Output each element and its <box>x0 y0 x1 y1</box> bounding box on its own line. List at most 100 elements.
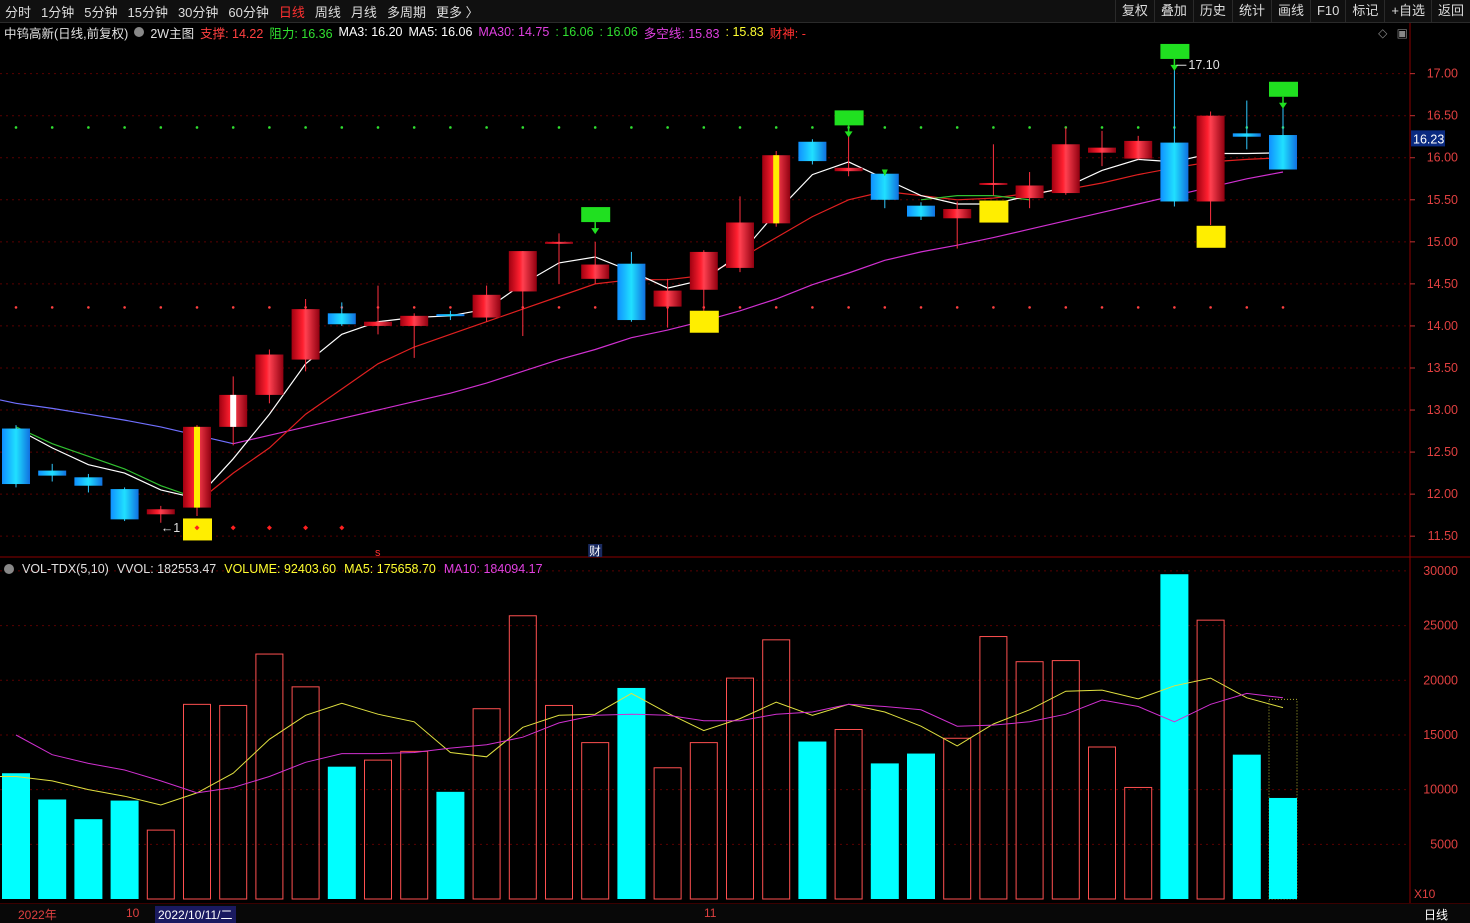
support-dot <box>1028 306 1031 309</box>
price-tick-label: 15.00 <box>1427 235 1458 249</box>
volume-bar-up <box>472 708 501 900</box>
volume-bar-up <box>726 677 754 900</box>
price-tick-label: 11.50 <box>1428 529 1458 543</box>
volume-bar-down <box>327 766 356 899</box>
volume-bar-down <box>907 753 935 899</box>
resistance-dot <box>195 126 199 129</box>
v1-value: : 16.06 <box>555 25 594 39</box>
green-arrow-head <box>844 131 853 138</box>
tab-0[interactable]: 分时 <box>0 2 36 21</box>
ma5-value: MA5: 16.06 <box>408 25 473 39</box>
toolbar-button-1[interactable]: 叠加 <box>1153 0 1193 22</box>
toolbar-button-4[interactable]: 画线 <box>1270 0 1310 22</box>
candle-up <box>472 294 501 318</box>
resistance-dot <box>702 126 706 129</box>
indicator-dropdown-icon[interactable] <box>134 27 145 37</box>
toolbar-button-6[interactable]: 标记 <box>1345 0 1384 22</box>
candle-highlight-stripe <box>230 394 237 427</box>
toolbar-button-3[interactable]: 统计 <box>1231 0 1271 22</box>
price-tick-label: 16.50 <box>1427 109 1458 123</box>
support-value: 支撑: 14.22 <box>200 26 264 41</box>
window-icon[interactable]: ▣ <box>1397 26 1408 40</box>
tab-5[interactable]: 60分钟 <box>223 2 273 21</box>
volume-bar-up <box>689 742 718 900</box>
main-chart-info: 中钨高新(日线,前复权) 2W主图 支撑: 14.22 阻力: 16.36 MA… <box>4 23 812 41</box>
s-marker: s <box>375 547 381 559</box>
resistance-dot <box>630 126 633 129</box>
vol-indicator-dropdown-icon[interactable] <box>4 564 14 574</box>
resistance-dot <box>557 126 561 129</box>
tab-8[interactable]: 月线 <box>346 2 382 21</box>
volume-bar-up <box>979 636 1008 900</box>
volume-unit-label: X10 <box>1414 887 1436 901</box>
diamond-icon[interactable]: ◇ <box>1378 26 1387 40</box>
tab-2[interactable]: 5分钟 <box>79 2 122 21</box>
tab-7[interactable]: 周线 <box>310 2 346 21</box>
candle-down <box>327 313 356 325</box>
ma30-value: MA30: 14.75 <box>478 25 550 39</box>
tab-6[interactable]: 日线 <box>274 2 310 21</box>
resistance-dot <box>955 126 959 129</box>
candle-down <box>798 141 827 162</box>
resistance-dot <box>1028 126 1031 129</box>
resistance-dot <box>87 126 90 129</box>
candle-up <box>834 167 863 172</box>
candle-down <box>1232 133 1261 137</box>
red-diamond <box>339 525 345 531</box>
volume-bar-up <box>400 750 429 900</box>
vol-ma10-value: MA10: 184094.17 <box>443 562 543 576</box>
volume-bar-down <box>436 791 465 899</box>
volume-bar-down <box>617 687 646 899</box>
vol-indicator-name[interactable]: VOL-TDX(5,10) <box>22 562 109 576</box>
volume-info: VOL-TDX(5,10) VVOL: 182553.47 VOLUME: 92… <box>4 560 551 578</box>
yellow-signal-box <box>689 310 719 333</box>
chart-corner-icons: ◇ ▣ <box>1378 26 1408 40</box>
green-signal-box <box>1269 81 1298 97</box>
volume-tick-label: 15000 <box>1423 728 1458 742</box>
green-signal-box <box>834 110 864 126</box>
tab-9[interactable]: 多周期 <box>382 2 431 21</box>
resistance-dot <box>1100 126 1104 129</box>
green-arrow-head <box>1279 102 1287 109</box>
toolbar-button-5[interactable]: F10 <box>1309 0 1345 22</box>
support-dot <box>919 306 923 309</box>
support-dot <box>593 306 597 309</box>
toolbar-button-7[interactable]: +自选 <box>1384 0 1431 22</box>
candle-down <box>436 314 465 317</box>
kline-chart[interactable]: 17.00 16.50 16.00 15.50 15.00 14.50 14.00 13.50… <box>0 0 1470 922</box>
volume-bar-up <box>183 703 211 900</box>
stock-title: 中钨高新(日线,前复权) <box>4 26 129 41</box>
support-dot <box>1209 306 1212 309</box>
support-dot <box>14 306 18 309</box>
support-dot <box>847 306 850 309</box>
candle-up <box>726 222 754 268</box>
green-signal-box <box>1160 43 1190 59</box>
tab-3[interactable]: 15分钟 <box>122 2 172 21</box>
toolbar-button-8[interactable]: 返回 <box>1430 0 1470 22</box>
volume-bar-up <box>834 729 863 900</box>
volume-bar-up <box>1124 786 1153 900</box>
toolbar-button-0[interactable]: 复权 <box>1114 0 1154 22</box>
tab-4[interactable]: 30分钟 <box>173 2 223 21</box>
support-dot <box>774 306 778 309</box>
candle-down <box>74 477 103 486</box>
toolbar-button-2[interactable]: 历史 <box>1192 0 1232 22</box>
candle-up <box>146 509 175 515</box>
resistance-dot <box>811 126 814 129</box>
low-price-label: ←1 <box>161 521 181 535</box>
volume-bar-down <box>870 763 899 899</box>
toolbar-right-buttons: 复权 叠加 历史 统计 画线 F10 标记 +自选 返回 <box>1114 0 1470 22</box>
price-tick-label: 13.50 <box>1427 361 1458 375</box>
volume-bar-down <box>2 773 30 899</box>
resistance-dot <box>412 126 416 129</box>
indicator-name[interactable]: 2W主图 <box>150 23 194 42</box>
volume-bar-up <box>581 742 610 900</box>
candle-down <box>110 489 139 520</box>
candle-up <box>255 354 284 395</box>
volume-bar-down <box>38 799 67 899</box>
tab-1[interactable]: 1分钟 <box>36 2 79 21</box>
resistance-dot <box>50 126 54 129</box>
duokong-value: 多空线: 15.83 <box>643 26 720 41</box>
tab-10[interactable]: 更多 〉 <box>431 2 484 21</box>
support-dot <box>449 306 452 309</box>
